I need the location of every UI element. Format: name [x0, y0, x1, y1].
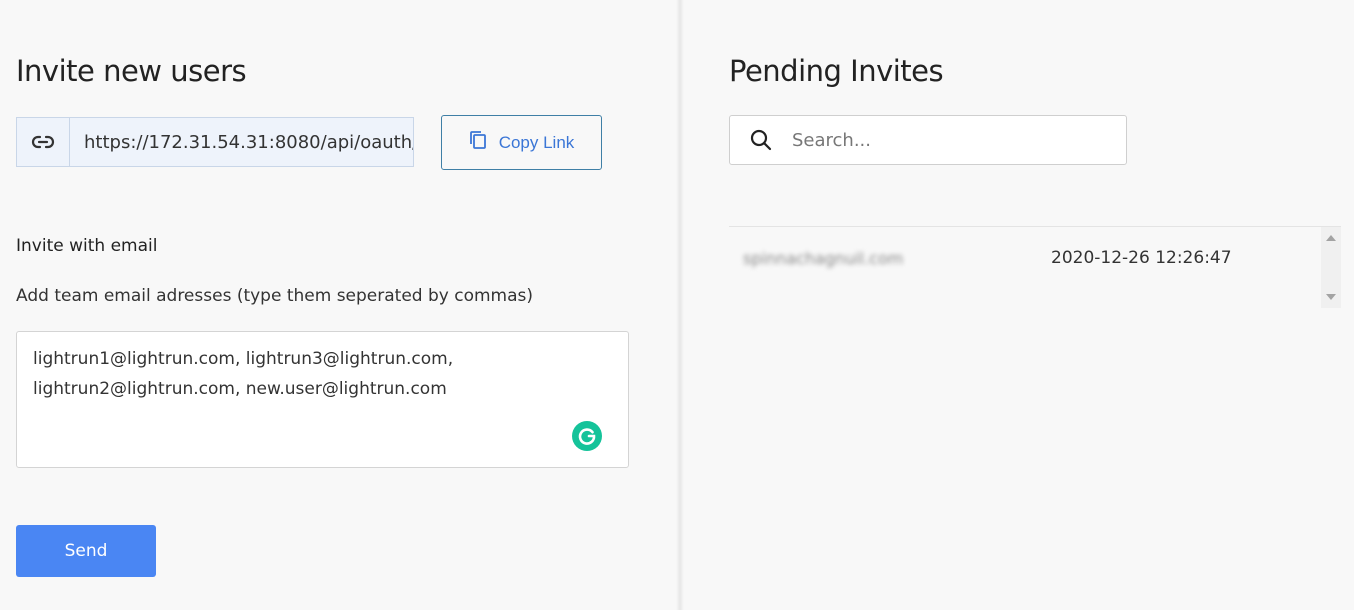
link-icon [17, 118, 70, 166]
invite-email: spinnachagnuil.com [743, 248, 904, 268]
grammarly-icon[interactable] [572, 421, 602, 451]
invite-link-input[interactable] [70, 118, 413, 166]
search-icon [730, 128, 792, 152]
emails-textarea[interactable]: lightrun1@lightrun.com, lightrun3@lightr… [16, 331, 629, 468]
search-box [729, 115, 1127, 165]
invite-email-help: Add team email adresses (type them seper… [16, 286, 534, 306]
list-item: spinnachagnuil.com 2020-12-26 12:26:47 [729, 227, 1319, 289]
invite-panel: Invite new users Copy Link Invite with e… [0, 0, 680, 610]
pending-title: Pending Invites [729, 54, 944, 88]
panel-divider [676, 0, 684, 610]
list-scrollbar[interactable] [1321, 227, 1341, 308]
search-input[interactable] [792, 129, 1126, 151]
pending-panel: Pending Invites spinnachagnuil.com 2020-… [684, 0, 1354, 610]
copy-link-button[interactable]: Copy Link [441, 115, 602, 170]
copy-icon [469, 130, 487, 155]
invite-link-box [16, 117, 414, 167]
pending-invites-list: spinnachagnuil.com 2020-12-26 12:26:47 [729, 226, 1341, 308]
send-button[interactable]: Send [16, 525, 156, 577]
scroll-down-icon[interactable] [1326, 294, 1336, 300]
invite-title: Invite new users [16, 54, 247, 88]
invite-date: 2020-12-26 12:26:47 [1051, 248, 1232, 268]
copy-link-label: Copy Link [498, 132, 575, 152]
invite-email-heading: Invite with email [16, 236, 158, 256]
scroll-up-icon[interactable] [1326, 235, 1336, 241]
